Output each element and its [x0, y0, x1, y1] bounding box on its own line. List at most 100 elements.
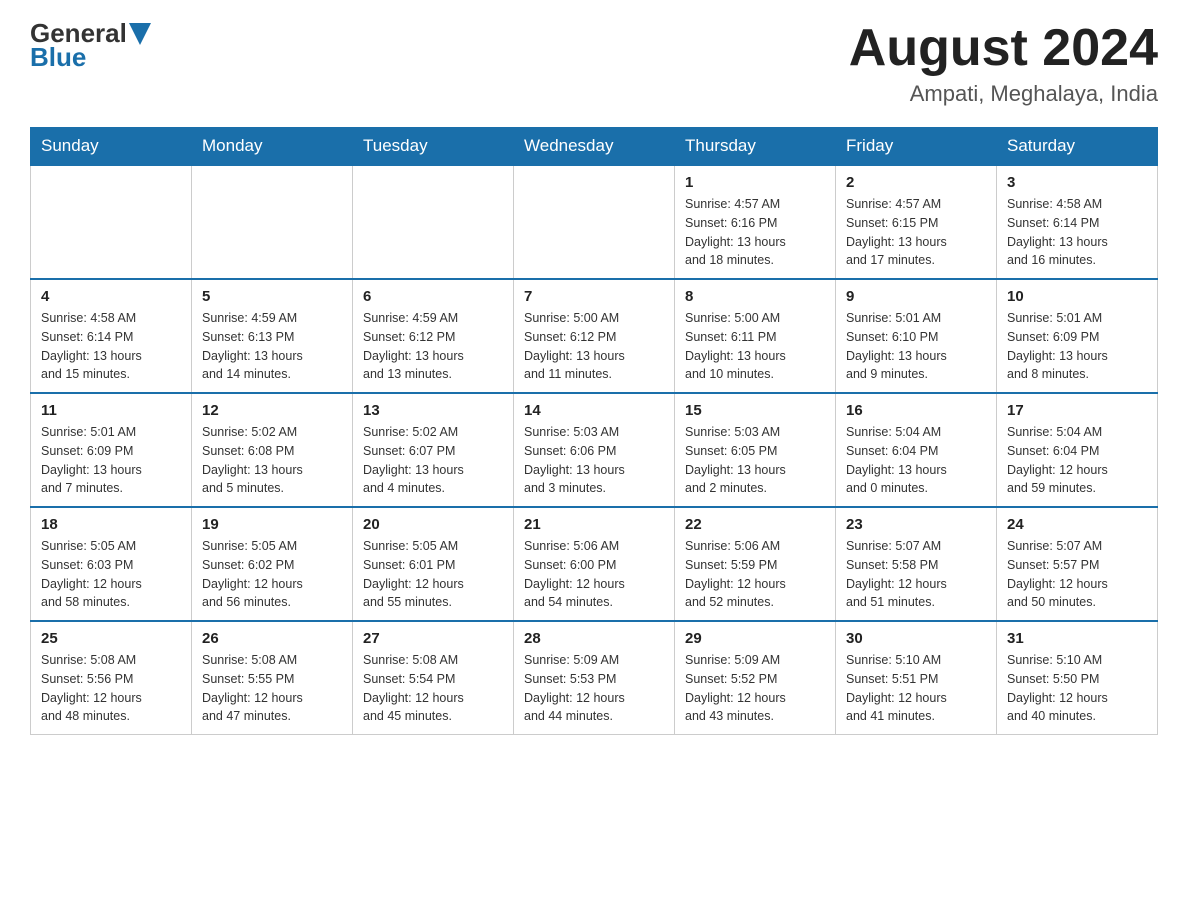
- week-row-2: 4 Sunrise: 4:58 AMSunset: 6:14 PMDaylight…: [31, 279, 1158, 393]
- month-title: August 2024: [849, 20, 1158, 77]
- day-info: Sunrise: 5:10 AMSunset: 5:51 PMDaylight:…: [846, 651, 986, 726]
- day-number: 11: [41, 402, 181, 419]
- day-info: Sunrise: 5:09 AMSunset: 5:52 PMDaylight:…: [685, 651, 825, 726]
- day-number: 22: [685, 516, 825, 533]
- logo-blue-text: Blue: [30, 44, 86, 70]
- day-info: Sunrise: 5:01 AMSunset: 6:09 PMDaylight:…: [41, 423, 181, 498]
- calendar-cell: 19 Sunrise: 5:05 AMSunset: 6:02 PMDayligh…: [192, 507, 353, 621]
- day-info: Sunrise: 5:08 AMSunset: 5:55 PMDaylight:…: [202, 651, 342, 726]
- day-info: Sunrise: 5:05 AMSunset: 6:01 PMDaylight:…: [363, 537, 503, 612]
- calendar-cell: 10Sunrise: 5:01 AMSunset: 6:09 PMDayligh…: [997, 279, 1158, 393]
- header-thursday: Thursday: [675, 128, 836, 166]
- day-number: 27: [363, 630, 503, 647]
- calendar-cell: 15 Sunrise: 5:03 AMSunset: 6:05 PMDayligh…: [675, 393, 836, 507]
- calendar-cell: 12Sunrise: 5:02 AMSunset: 6:08 PMDayligh…: [192, 393, 353, 507]
- calendar-cell: [31, 165, 192, 279]
- week-row-4: 18Sunrise: 5:05 AMSunset: 6:03 PMDayligh…: [31, 507, 1158, 621]
- day-info: Sunrise: 5:02 AMSunset: 6:07 PMDaylight:…: [363, 423, 503, 498]
- calendar-cell: 17 Sunrise: 5:04 AMSunset: 6:04 PMDayligh…: [997, 393, 1158, 507]
- week-row-5: 25 Sunrise: 5:08 AMSunset: 5:56 PMDayligh…: [31, 621, 1158, 735]
- day-info: Sunrise: 4:58 AMSunset: 6:14 PMDaylight:…: [41, 309, 181, 384]
- day-number: 7: [524, 288, 664, 305]
- day-info: Sunrise: 5:00 AMSunset: 6:12 PMDaylight:…: [524, 309, 664, 384]
- header-friday: Friday: [836, 128, 997, 166]
- day-number: 14: [524, 402, 664, 419]
- day-info: Sunrise: 4:59 AMSunset: 6:12 PMDaylight:…: [363, 309, 503, 384]
- week-row-1: 1 Sunrise: 4:57 AMSunset: 6:16 PMDaylight…: [31, 165, 1158, 279]
- day-number: 23: [846, 516, 986, 533]
- day-info: Sunrise: 4:58 AMSunset: 6:14 PMDaylight:…: [1007, 195, 1147, 270]
- day-number: 24: [1007, 516, 1147, 533]
- calendar-cell: 8 Sunrise: 5:00 AMSunset: 6:11 PMDaylight…: [675, 279, 836, 393]
- day-info: Sunrise: 5:06 AMSunset: 6:00 PMDaylight:…: [524, 537, 664, 612]
- location-title: Ampati, Meghalaya, India: [849, 81, 1158, 107]
- day-number: 12: [202, 402, 342, 419]
- day-number: 13: [363, 402, 503, 419]
- calendar-cell: 4 Sunrise: 4:58 AMSunset: 6:14 PMDaylight…: [31, 279, 192, 393]
- day-info: Sunrise: 5:04 AMSunset: 6:04 PMDaylight:…: [846, 423, 986, 498]
- day-number: 5: [202, 288, 342, 305]
- day-info: Sunrise: 5:03 AMSunset: 6:05 PMDaylight:…: [685, 423, 825, 498]
- calendar-header-row: SundayMondayTuesdayWednesdayThursdayFrid…: [31, 128, 1158, 166]
- day-number: 2: [846, 174, 986, 191]
- day-number: 4: [41, 288, 181, 305]
- calendar-cell: 16Sunrise: 5:04 AMSunset: 6:04 PMDayligh…: [836, 393, 997, 507]
- day-info: Sunrise: 5:03 AMSunset: 6:06 PMDaylight:…: [524, 423, 664, 498]
- day-info: Sunrise: 5:07 AMSunset: 5:58 PMDaylight:…: [846, 537, 986, 612]
- calendar-cell: [353, 165, 514, 279]
- calendar-cell: 3 Sunrise: 4:58 AMSunset: 6:14 PMDaylight…: [997, 165, 1158, 279]
- day-number: 28: [524, 630, 664, 647]
- day-info: Sunrise: 5:07 AMSunset: 5:57 PMDaylight:…: [1007, 537, 1147, 612]
- day-number: 30: [846, 630, 986, 647]
- day-number: 1: [685, 174, 825, 191]
- calendar-cell: 6 Sunrise: 4:59 AMSunset: 6:12 PMDaylight…: [353, 279, 514, 393]
- calendar-cell: 25 Sunrise: 5:08 AMSunset: 5:56 PMDayligh…: [31, 621, 192, 735]
- day-number: 31: [1007, 630, 1147, 647]
- header-monday: Monday: [192, 128, 353, 166]
- calendar-cell: 23 Sunrise: 5:07 AMSunset: 5:58 PMDayligh…: [836, 507, 997, 621]
- header-sunday: Sunday: [31, 128, 192, 166]
- logo-triangle-icon: [129, 23, 151, 45]
- calendar-table: SundayMondayTuesdayWednesdayThursdayFrid…: [30, 127, 1158, 735]
- day-number: 21: [524, 516, 664, 533]
- day-number: 15: [685, 402, 825, 419]
- day-info: Sunrise: 5:00 AMSunset: 6:11 PMDaylight:…: [685, 309, 825, 384]
- calendar-cell: 31 Sunrise: 5:10 AMSunset: 5:50 PMDayligh…: [997, 621, 1158, 735]
- day-number: 19: [202, 516, 342, 533]
- day-info: Sunrise: 4:57 AMSunset: 6:16 PMDaylight:…: [685, 195, 825, 270]
- calendar-cell: [514, 165, 675, 279]
- calendar-cell: 22Sunrise: 5:06 AMSunset: 5:59 PMDayligh…: [675, 507, 836, 621]
- day-info: Sunrise: 4:57 AMSunset: 6:15 PMDaylight:…: [846, 195, 986, 270]
- calendar-cell: 20Sunrise: 5:05 AMSunset: 6:01 PMDayligh…: [353, 507, 514, 621]
- calendar-cell: 27 Sunrise: 5:08 AMSunset: 5:54 PMDayligh…: [353, 621, 514, 735]
- day-info: Sunrise: 5:05 AMSunset: 6:02 PMDaylight:…: [202, 537, 342, 612]
- day-info: Sunrise: 5:01 AMSunset: 6:09 PMDaylight:…: [1007, 309, 1147, 384]
- day-number: 25: [41, 630, 181, 647]
- calendar-cell: 24 Sunrise: 5:07 AMSunset: 5:57 PMDayligh…: [997, 507, 1158, 621]
- calendar-cell: 13 Sunrise: 5:02 AMSunset: 6:07 PMDayligh…: [353, 393, 514, 507]
- calendar-cell: 11 Sunrise: 5:01 AMSunset: 6:09 PMDayligh…: [31, 393, 192, 507]
- day-number: 29: [685, 630, 825, 647]
- day-info: Sunrise: 5:08 AMSunset: 5:56 PMDaylight:…: [41, 651, 181, 726]
- day-number: 3: [1007, 174, 1147, 191]
- day-info: Sunrise: 5:05 AMSunset: 6:03 PMDaylight:…: [41, 537, 181, 612]
- header-tuesday: Tuesday: [353, 128, 514, 166]
- page-header: General Blue August 2024 Ampati, Meghala…: [30, 20, 1158, 107]
- calendar-cell: 21 Sunrise: 5:06 AMSunset: 6:00 PMDayligh…: [514, 507, 675, 621]
- calendar-cell: [192, 165, 353, 279]
- calendar-cell: 14 Sunrise: 5:03 AMSunset: 6:06 PMDayligh…: [514, 393, 675, 507]
- calendar-cell: 7 Sunrise: 5:00 AMSunset: 6:12 PMDaylight…: [514, 279, 675, 393]
- calendar-cell: 28Sunrise: 5:09 AMSunset: 5:53 PMDayligh…: [514, 621, 675, 735]
- calendar-cell: 5Sunrise: 4:59 AMSunset: 6:13 PMDaylight…: [192, 279, 353, 393]
- day-info: Sunrise: 5:10 AMSunset: 5:50 PMDaylight:…: [1007, 651, 1147, 726]
- day-number: 26: [202, 630, 342, 647]
- header-wednesday: Wednesday: [514, 128, 675, 166]
- day-number: 17: [1007, 402, 1147, 419]
- header-saturday: Saturday: [997, 128, 1158, 166]
- calendar-cell: 29 Sunrise: 5:09 AMSunset: 5:52 PMDayligh…: [675, 621, 836, 735]
- day-info: Sunrise: 5:04 AMSunset: 6:04 PMDaylight:…: [1007, 423, 1147, 498]
- day-number: 8: [685, 288, 825, 305]
- day-info: Sunrise: 5:08 AMSunset: 5:54 PMDaylight:…: [363, 651, 503, 726]
- day-number: 6: [363, 288, 503, 305]
- calendar-cell: 1 Sunrise: 4:57 AMSunset: 6:16 PMDaylight…: [675, 165, 836, 279]
